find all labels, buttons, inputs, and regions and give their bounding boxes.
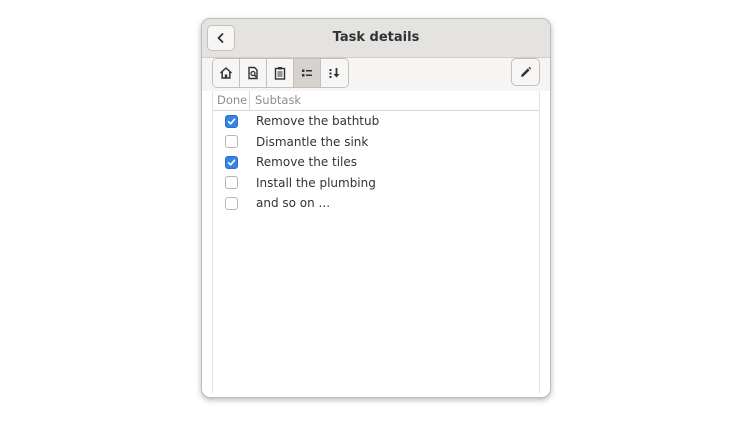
chevron-left-icon [215,32,227,44]
table-row[interactable]: Install the plumbing [213,173,539,194]
pencil-icon [519,66,532,79]
column-header-done[interactable]: Done [213,91,250,110]
checkmark-icon [227,117,236,126]
done-checkbox[interactable] [225,176,238,190]
table-row[interactable]: and so on ... [213,193,539,214]
edit-button[interactable] [511,58,540,86]
document-search-button[interactable] [240,59,267,87]
list-view-button[interactable] [294,59,321,87]
subtask-label: Dismantle the sink [256,134,369,149]
table-row[interactable]: Remove the tiles [213,152,539,173]
checkmark-icon [227,158,236,167]
move-down-button[interactable] [321,59,348,87]
view-switcher [212,58,349,88]
move-down-icon [328,66,342,80]
toolbar [202,58,550,91]
list-icon [300,66,314,80]
table-row[interactable]: Dismantle the sink [213,132,539,153]
column-header-subtask[interactable]: Subtask [250,91,301,110]
subtask-label: Install the plumbing [256,175,376,190]
document-search-icon [246,66,260,80]
clipboard-button[interactable] [267,59,294,87]
home-button[interactable] [213,59,240,87]
task-details-window: Task details Done Subtask Remove the bat… [201,18,551,398]
column-headers: Done Subtask [213,91,539,111]
subtask-label: Remove the tiles [256,155,358,170]
done-checkbox[interactable] [225,155,238,169]
subtask-label: and so on ... [256,196,331,211]
clipboard-icon [273,66,287,80]
subtask-label: Remove the bathtub [256,114,380,129]
home-icon [219,66,233,80]
table-row[interactable]: Remove the bathtub [213,111,539,132]
done-checkbox[interactable] [225,114,238,128]
done-checkbox[interactable] [225,135,238,149]
screen-background: Task details Done Subtask Remove the bat… [0,0,752,423]
window-title: Task details [332,30,420,45]
done-checkbox[interactable] [225,196,238,210]
header-bar: Task details [202,19,550,58]
back-button[interactable] [207,25,235,51]
subtask-list: Done Subtask Remove the bathtub Dismantl… [212,91,540,393]
